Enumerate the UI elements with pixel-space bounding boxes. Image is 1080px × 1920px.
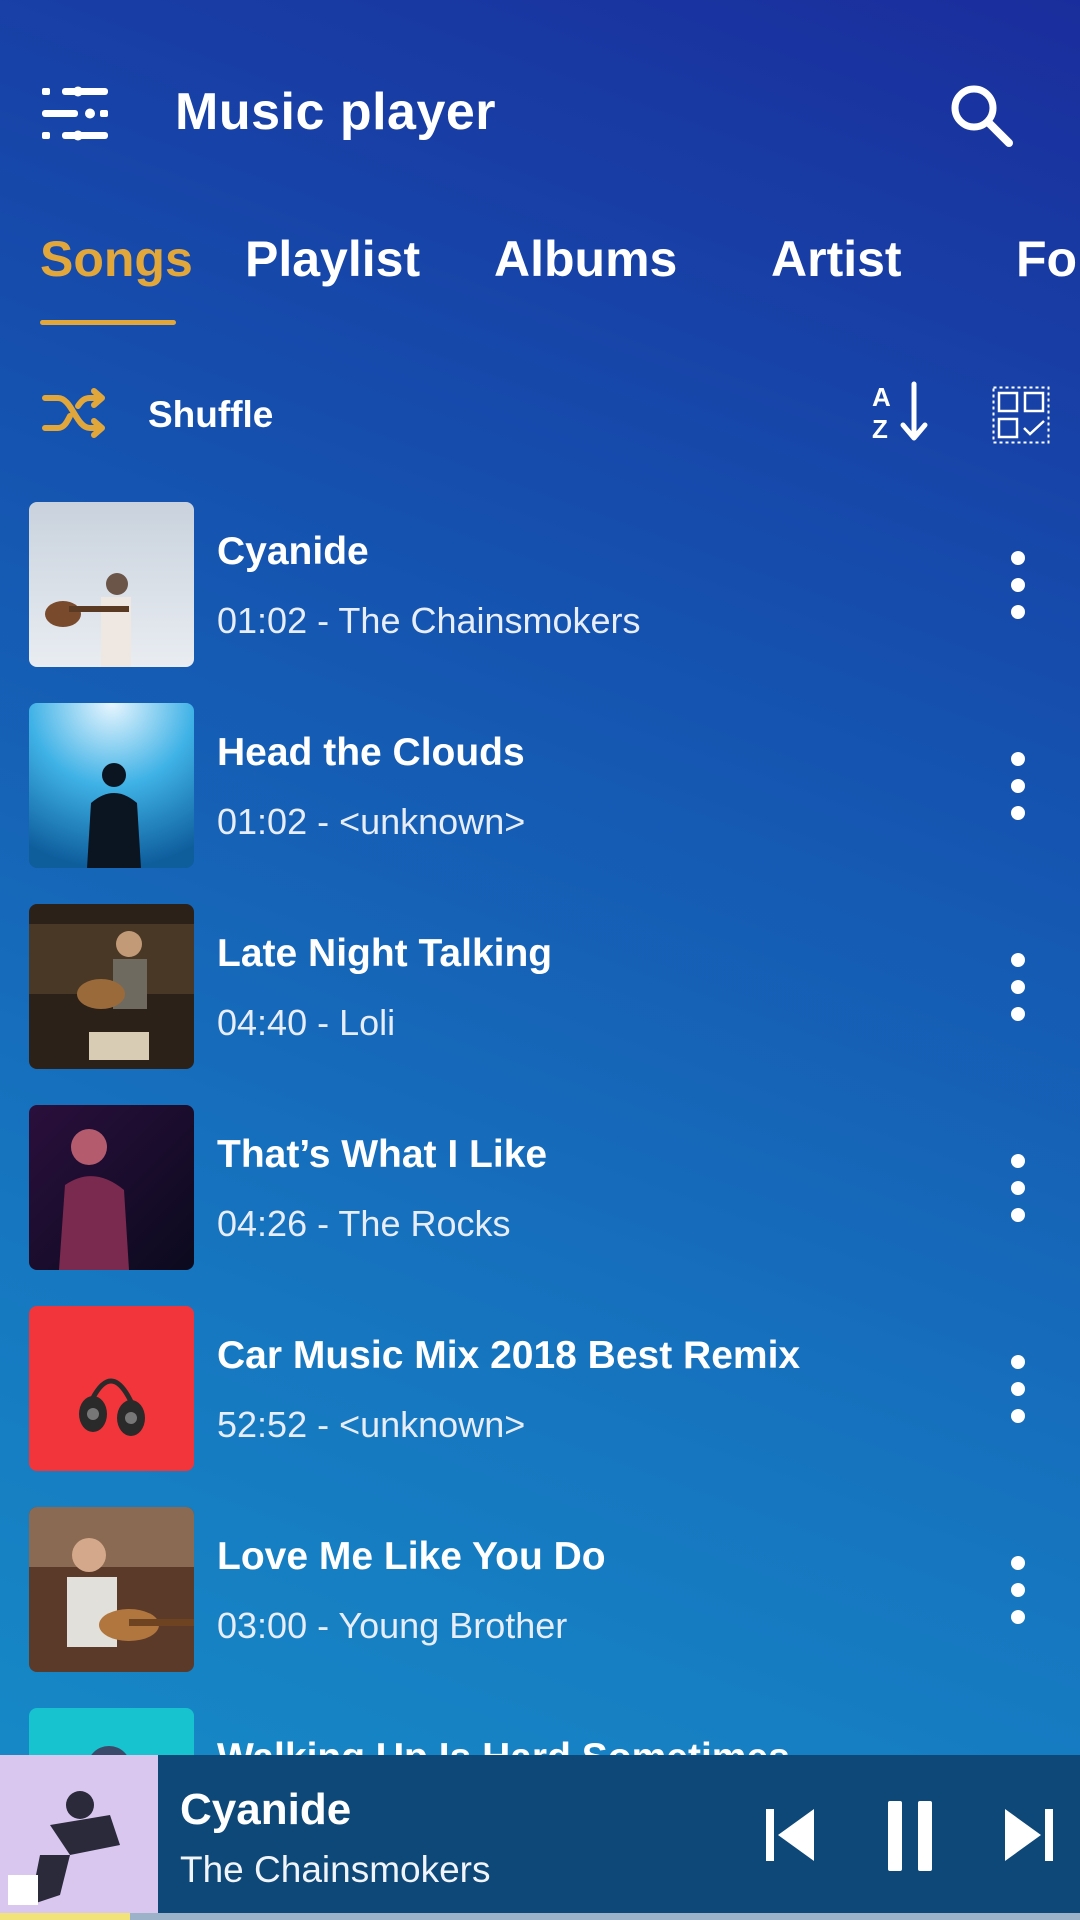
more-options-icon[interactable] (1000, 550, 1036, 620)
active-tab-indicator (40, 320, 176, 325)
album-cover (29, 1105, 194, 1270)
more-options-icon[interactable] (1000, 1555, 1036, 1625)
playback-progress-bar[interactable] (0, 1913, 1080, 1920)
album-cover (29, 1306, 194, 1471)
svg-text:Z: Z (872, 414, 888, 444)
shuffle-button[interactable]: Shuffle (148, 394, 273, 436)
song-row[interactable]: Head the Clouds 01:02 - <unknown> (0, 701, 1080, 868)
now-playing-title: Cyanide (180, 1785, 352, 1834)
song-title: That’s What I Like (217, 1133, 548, 1176)
pause-button[interactable] (888, 1801, 932, 1871)
song-title: Love Me Like You Do (217, 1535, 606, 1578)
album-cover (29, 703, 194, 868)
search-icon[interactable] (948, 82, 1014, 148)
song-duration-artist: 04:40 - Loli (217, 1002, 396, 1043)
album-cover (29, 502, 194, 667)
song-row[interactable]: Car Music Mix 2018 Best Remix 52:52 - <u… (0, 1304, 1080, 1471)
tab-albums[interactable]: Albums (494, 230, 677, 288)
song-duration-artist: 01:02 - The Chainsmokers (217, 600, 641, 641)
previous-track-button[interactable] (766, 1807, 816, 1863)
song-row[interactable]: Late Night Talking 04:40 - Loli (0, 902, 1080, 1069)
mini-player[interactable]: Cyanide The Chainsmokers (0, 1755, 1080, 1920)
song-row[interactable]: Love Me Like You Do 03:00 - Young Brothe… (0, 1505, 1080, 1672)
song-duration-artist: 03:00 - Young Brother (217, 1605, 568, 1646)
category-tabs: Songs Playlist Albums Artist Fol (0, 220, 1080, 330)
app-title: Music player (175, 83, 497, 141)
song-title: Cyanide (217, 530, 369, 573)
sort-az-icon[interactable]: A Z (870, 380, 932, 444)
svg-text:A: A (872, 382, 891, 412)
song-title: Late Night Talking (217, 932, 553, 975)
song-duration-artist: 01:02 - <unknown> (217, 801, 526, 842)
song-duration-artist: 52:52 - <unknown> (217, 1404, 526, 1445)
more-options-icon[interactable] (1000, 952, 1036, 1022)
song-row[interactable]: That’s What I Like 04:26 - The Rocks (0, 1103, 1080, 1270)
multi-select-icon[interactable] (992, 386, 1050, 444)
more-options-icon[interactable] (1000, 751, 1036, 821)
next-track-button[interactable] (1003, 1807, 1053, 1863)
tab-folder[interactable]: Fol (1016, 230, 1080, 288)
song-title: Car Music Mix 2018 Best Remix (217, 1334, 801, 1377)
song-title: Walking Up Is Hard Sometimes (217, 1736, 790, 1755)
tab-songs[interactable]: Songs (40, 230, 193, 288)
more-options-icon[interactable] (1000, 1153, 1036, 1223)
now-playing-artist: The Chainsmokers (180, 1849, 491, 1890)
song-duration-artist: 04:26 - The Rocks (217, 1203, 511, 1244)
song-row[interactable]: Cyanide 01:02 - The Chainsmokers (0, 500, 1080, 667)
app-header: Music player (0, 0, 1080, 230)
more-options-icon[interactable] (1000, 1354, 1036, 1424)
playback-progress-fill (0, 1913, 130, 1920)
shuffle-icon[interactable] (42, 388, 108, 438)
song-title: Head the Clouds (217, 731, 525, 774)
song-list: Cyanide 01:02 - The Chainsmokers Head th… (0, 500, 1080, 1755)
list-toolbar: Shuffle A Z (0, 380, 1080, 450)
menu-filter-icon[interactable] (42, 84, 108, 144)
now-playing-cover (0, 1755, 158, 1920)
tab-artist[interactable]: Artist (771, 230, 902, 288)
song-row[interactable]: Walking Up Is Hard Sometimes (0, 1706, 1080, 1755)
tab-playlist[interactable]: Playlist (245, 230, 420, 288)
album-cover (29, 1708, 194, 1755)
album-cover (29, 1507, 194, 1672)
album-cover (29, 904, 194, 1069)
